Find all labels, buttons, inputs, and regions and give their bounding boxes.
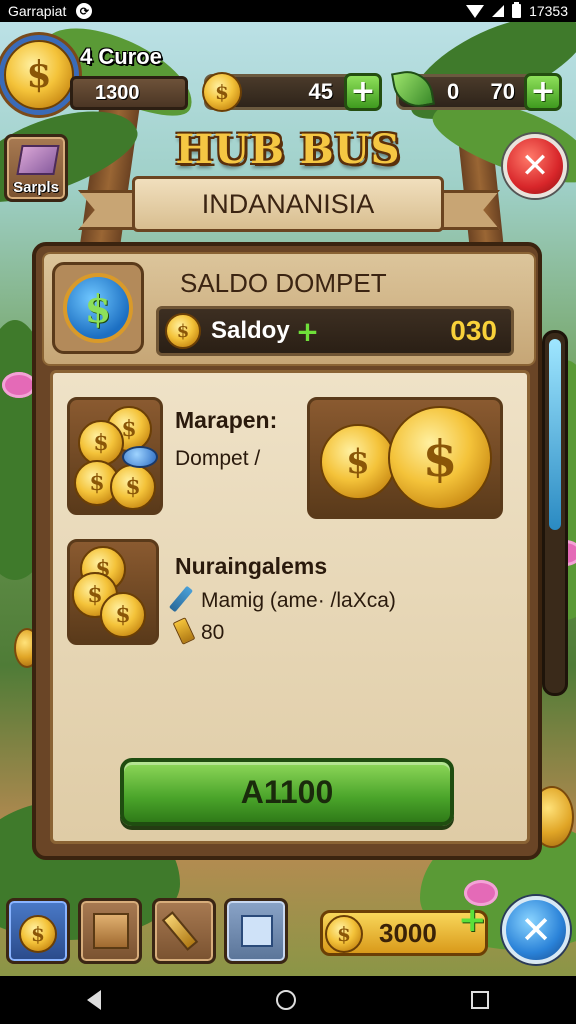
home-icon[interactable] [275, 990, 296, 1010]
hammer-icon[interactable] [152, 898, 216, 964]
saldo-label: Saldoy [211, 317, 290, 344]
coin-shop-icon[interactable]: $ [6, 898, 70, 964]
profile-balance: 1300 [70, 76, 188, 110]
scrollbar[interactable] [542, 330, 568, 696]
wallet-medal: $ [52, 262, 144, 354]
gold-balance-value: 3000 [379, 917, 437, 948]
flower [2, 372, 36, 398]
coin: $ [110, 464, 156, 510]
wifi-icon [466, 4, 485, 18]
page-title: HUB BUS [175, 126, 401, 173]
back-icon[interactable] [87, 990, 102, 1010]
scrollbar-thumb[interactable] [549, 339, 561, 530]
crate [93, 913, 129, 949]
leaf-counter-left: 0 [447, 79, 460, 104]
coin-icon: $ [165, 313, 201, 349]
navigation-bar [0, 976, 576, 1024]
saldo-value: 030 [450, 315, 497, 346]
pencil-icon [168, 585, 194, 613]
item-amount: 80 [201, 621, 225, 644]
clock: 17353 [529, 3, 568, 19]
ribbon-text: INDANANISIA [201, 188, 375, 219]
coin: $ [78, 420, 124, 466]
status-bar: Garrapiat ⟳ 17353 [0, 0, 576, 22]
primary-action-button[interactable]: A1100 [120, 758, 454, 826]
ribbon-banner: INDANANISIA [132, 176, 444, 232]
crate-icon[interactable] [78, 898, 142, 964]
carrier-label: Garrapiat [8, 3, 67, 19]
coin-counter-value: 45 [308, 79, 333, 104]
panel-header: $ SALDO DOMPET $ Saldoy + 030 [42, 252, 536, 366]
gold-bar-icon [172, 617, 196, 645]
dismiss-button[interactable]: ✕ [502, 896, 570, 964]
add-saldo-button[interactable]: + [296, 315, 319, 348]
item-title: Marapen: [175, 407, 278, 433]
sync-icon: ⟳ [76, 3, 93, 19]
coin-stack-icon[interactable]: $ $ $ $ [67, 397, 163, 515]
blue-chip [122, 446, 158, 468]
recent-apps-icon[interactable] [470, 991, 489, 1009]
battery-icon [512, 2, 522, 18]
item-title: Nuraingalems [175, 553, 328, 579]
panel-title: SALDO DOMPET [180, 268, 387, 298]
coin: $ [19, 915, 57, 953]
map-icon[interactable] [224, 898, 288, 964]
hammer [161, 911, 199, 951]
add-gold-button[interactable]: + [458, 900, 487, 940]
add-coins-button[interactable]: + [344, 73, 382, 111]
dollar-medal-icon: $ [63, 273, 133, 343]
profile-title: 4 Curoe [80, 44, 162, 69]
coin-icon: $ [325, 915, 363, 953]
saldo-bar: $ Saldoy + 030 [156, 306, 514, 356]
samples-label: Sarpls [13, 179, 59, 196]
coin: $ [388, 406, 492, 510]
item-subtitle: Dompet / [175, 447, 261, 470]
coin-stack-icon[interactable]: $ $ $ [67, 539, 159, 645]
profile-coin-icon[interactable]: $ [4, 40, 74, 110]
leaf-counter-right: 70 [490, 79, 515, 104]
coin: $ [320, 424, 396, 500]
map [241, 915, 273, 947]
item-detail: Mamig (ame· /laXca) [201, 589, 396, 612]
coin-icon: $ [202, 72, 242, 112]
add-leaves-button[interactable]: + [524, 73, 562, 111]
coin: $ [100, 592, 146, 638]
signal-icon [492, 5, 505, 17]
coin-pile-icon[interactable]: $ $ [307, 397, 503, 519]
